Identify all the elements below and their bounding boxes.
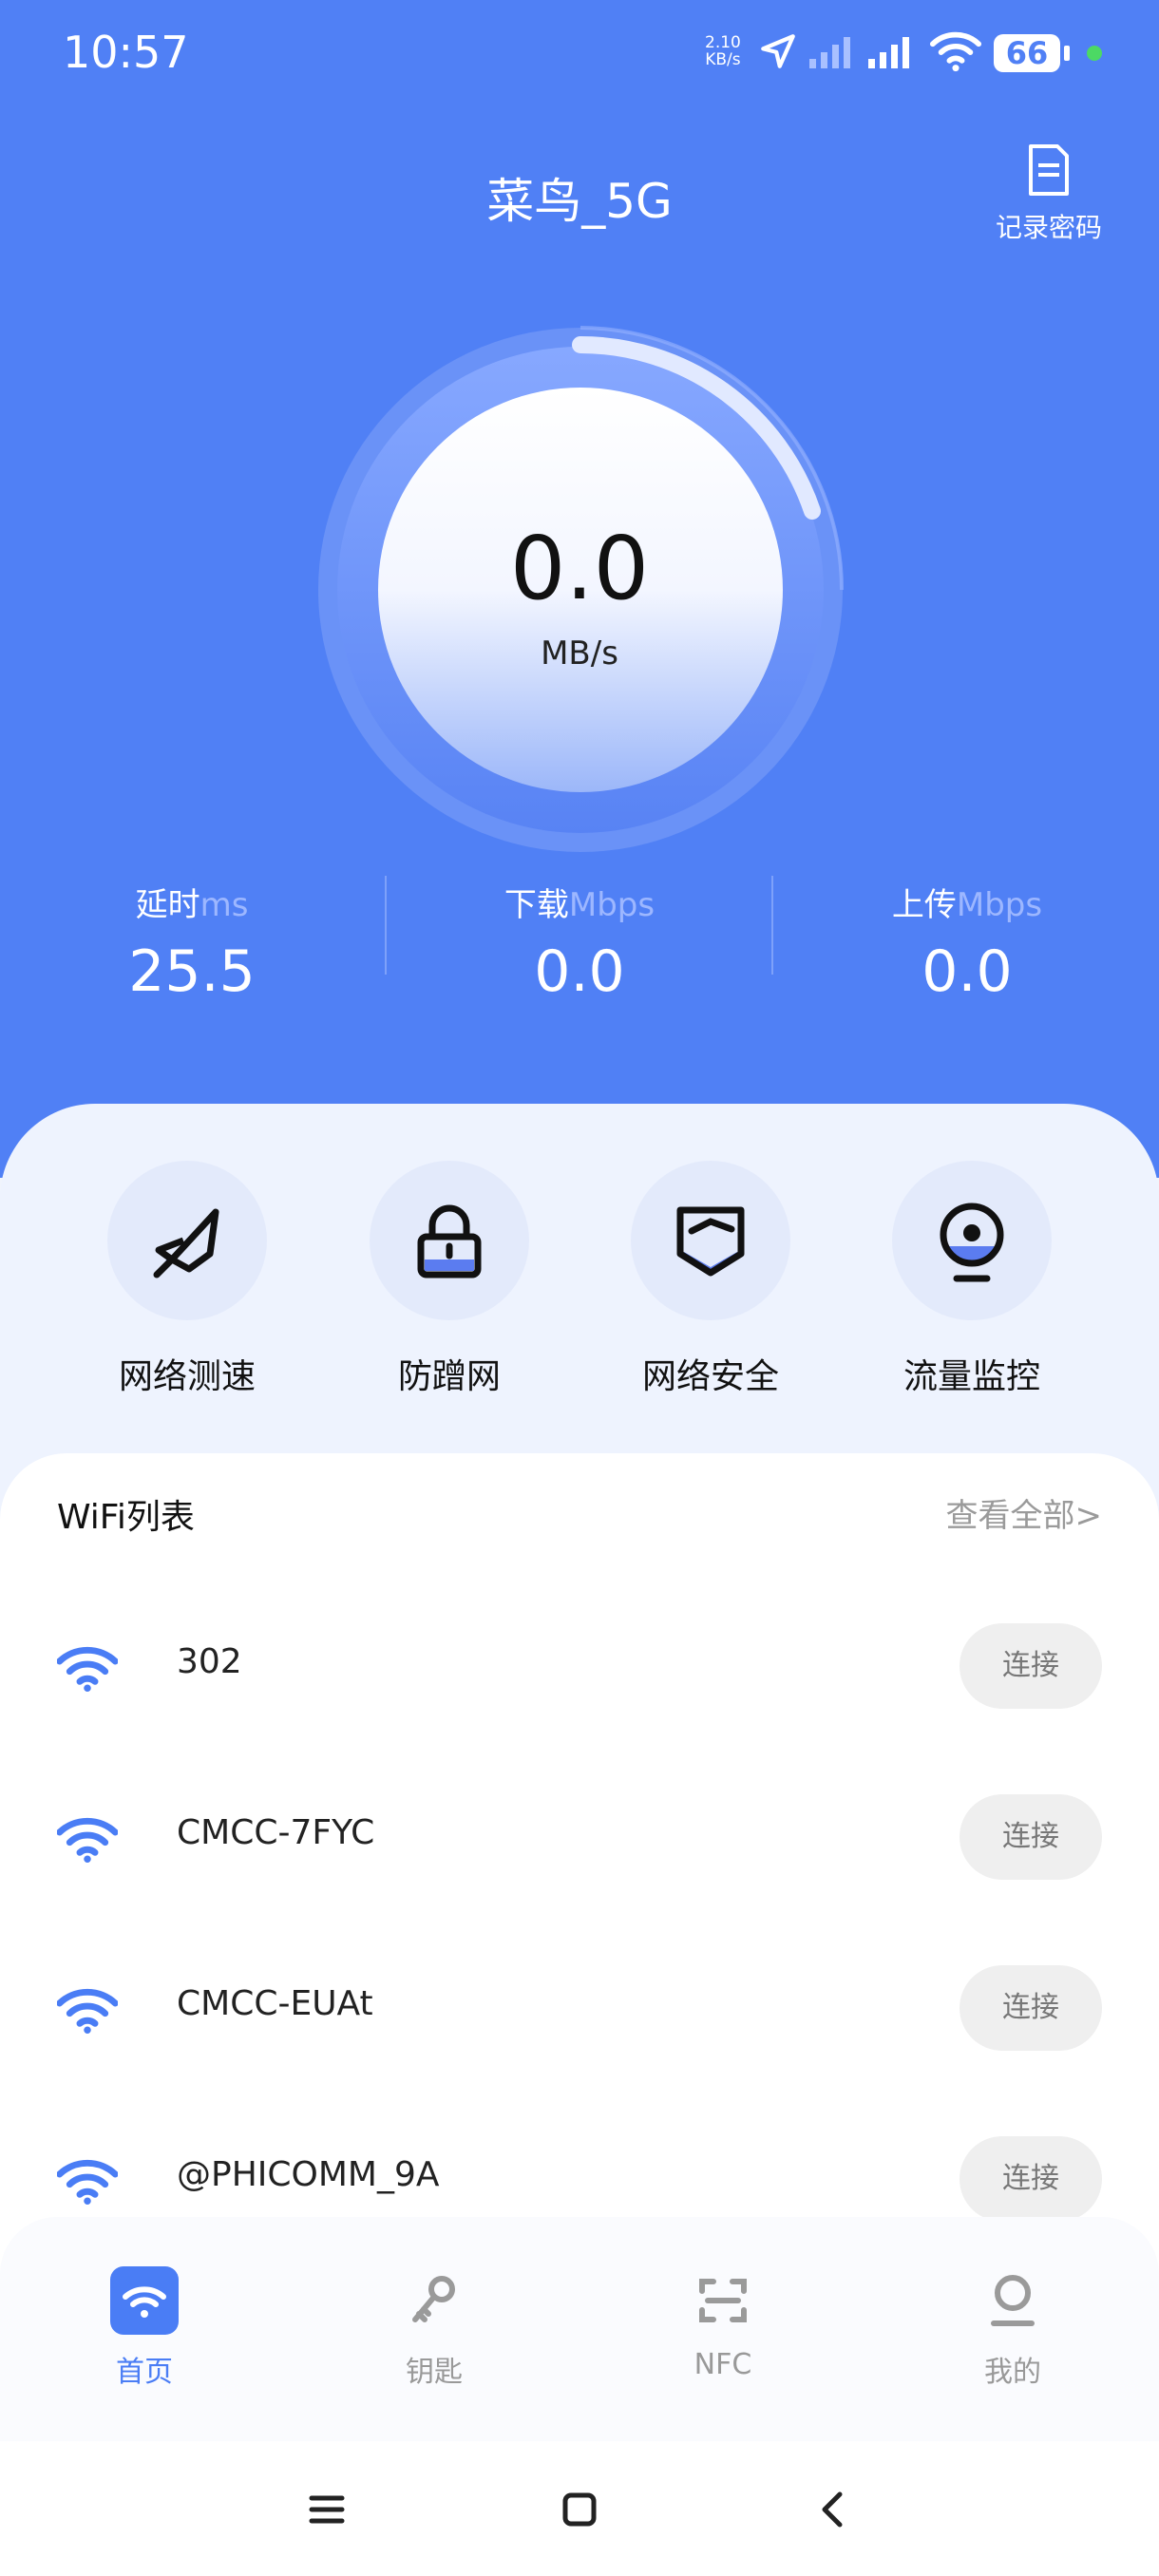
wifi-icon	[57, 1817, 118, 1863]
stat-label: 上传	[891, 886, 957, 924]
stat-upload: 上传Mbps 0.0	[825, 879, 1110, 1005]
status-dot	[1087, 46, 1102, 61]
tab-icon-bg	[978, 2266, 1047, 2335]
document-icon	[1029, 144, 1069, 196]
connect-button[interactable]: 连接	[960, 1623, 1102, 1709]
wifi-icon	[57, 2159, 118, 2205]
tab-label: 钥匙	[406, 2356, 463, 2389]
stat-label: 延时	[135, 886, 200, 924]
battery-indicator: 66	[994, 34, 1060, 72]
wifi-icon	[57, 1988, 118, 2034]
tab-label: 首页	[116, 2356, 173, 2389]
profile-icon	[991, 2275, 1035, 2326]
action-label: 网络安全	[641, 1357, 779, 1396]
system-nav-bar	[0, 2441, 1159, 2576]
stat-unit: ms	[200, 886, 249, 924]
stat-download: 下载Mbps 0.0	[437, 879, 722, 1005]
wifi-list-title: WiFi列表	[57, 1498, 195, 1537]
view-all-link[interactable]: 查看全部>	[946, 1489, 1103, 1536]
back-icon[interactable]	[811, 2489, 853, 2530]
signal-sim2-icon	[868, 37, 909, 68]
rocket-icon	[153, 1208, 219, 1279]
gauge-value: 0.0	[509, 518, 650, 619]
stat-unit: Mbps	[956, 886, 1043, 924]
signal-sim1-icon	[809, 37, 850, 68]
anti-leech-button[interactable]: 防蹭网	[335, 1161, 563, 1398]
action-icon-bg	[631, 1161, 790, 1320]
connect-button[interactable]: 连接	[960, 1965, 1102, 2051]
wifi-ssid: CMCC-EUAt	[177, 1984, 373, 2023]
net-speed-value: 2.10	[705, 33, 741, 52]
record-password-button[interactable]: 记录密码	[982, 142, 1115, 245]
action-icon-bg	[370, 1161, 529, 1320]
traffic-monitor-button[interactable]: 流量监控	[858, 1161, 1086, 1398]
tab-home[interactable]: 首页	[49, 2266, 239, 2390]
record-password-label: 记录密码	[995, 212, 1102, 243]
wifi-ssid: CMCC-7FYC	[177, 1813, 375, 1852]
tab-label: NFC	[694, 2348, 752, 2381]
shield-icon	[676, 1206, 745, 1277]
wifi-icon	[123, 2286, 166, 2318]
battery-cap	[1064, 46, 1070, 61]
stat-value: 0.0	[922, 938, 1013, 1005]
webcam-icon	[940, 1203, 1004, 1282]
wifi-status-icon	[929, 31, 982, 72]
tab-icon-bg	[689, 2266, 757, 2335]
action-label: 流量监控	[902, 1357, 1040, 1396]
wifi-list-item[interactable]: CMCC-EUAt 连接	[0, 1950, 1159, 2064]
stat-label: 下载	[504, 886, 569, 924]
stat-latency: 延时ms 25.5	[49, 879, 334, 1005]
gauge-unit: MB/s	[541, 635, 618, 672]
wifi-ssid: @PHICOMM_9A	[177, 2155, 440, 2194]
connect-button[interactable]: 连接	[960, 1794, 1102, 1880]
action-icon-bg	[107, 1161, 267, 1320]
location-icon	[761, 34, 795, 68]
tab-profile[interactable]: 我的	[918, 2266, 1108, 2390]
stat-value: 25.5	[128, 938, 256, 1005]
wifi-ssid: 302	[177, 1642, 242, 1681]
lock-icon	[417, 1204, 482, 1279]
stat-divider	[385, 876, 387, 975]
wifi-icon	[57, 1646, 118, 1692]
tab-nfc[interactable]: NFC	[628, 2266, 818, 2381]
speed-test-button[interactable]: 网络测速	[73, 1161, 301, 1398]
stat-unit: Mbps	[568, 886, 656, 924]
tab-key[interactable]: 钥匙	[339, 2266, 529, 2390]
status-time: 10:57	[63, 27, 189, 78]
tab-label: 我的	[984, 2356, 1041, 2389]
stat-value: 0.0	[534, 938, 625, 1005]
home-icon[interactable]	[559, 2489, 600, 2530]
net-speed-unit: KB/s	[705, 50, 741, 69]
action-label: 网络测速	[118, 1357, 256, 1396]
action-icon-bg	[892, 1161, 1052, 1320]
connect-button[interactable]: 连接	[960, 2136, 1102, 2222]
network-security-button[interactable]: 网络安全	[597, 1161, 825, 1398]
wifi-list-item[interactable]: 302 连接	[0, 1608, 1159, 1722]
tab-icon-bg	[110, 2266, 179, 2335]
nfc-scan-icon	[699, 2279, 747, 2322]
menu-icon[interactable]	[306, 2489, 348, 2530]
status-bar: 10:57 2.10 KB/s 66	[0, 0, 1159, 104]
net-speed: 2.10 KB/s	[705, 34, 741, 68]
key-icon	[412, 2276, 455, 2322]
action-label: 防蹭网	[397, 1357, 501, 1396]
stat-divider	[771, 876, 773, 975]
wifi-list-item[interactable]: CMCC-7FYC 连接	[0, 1779, 1159, 1893]
tab-icon-bg	[400, 2266, 468, 2335]
